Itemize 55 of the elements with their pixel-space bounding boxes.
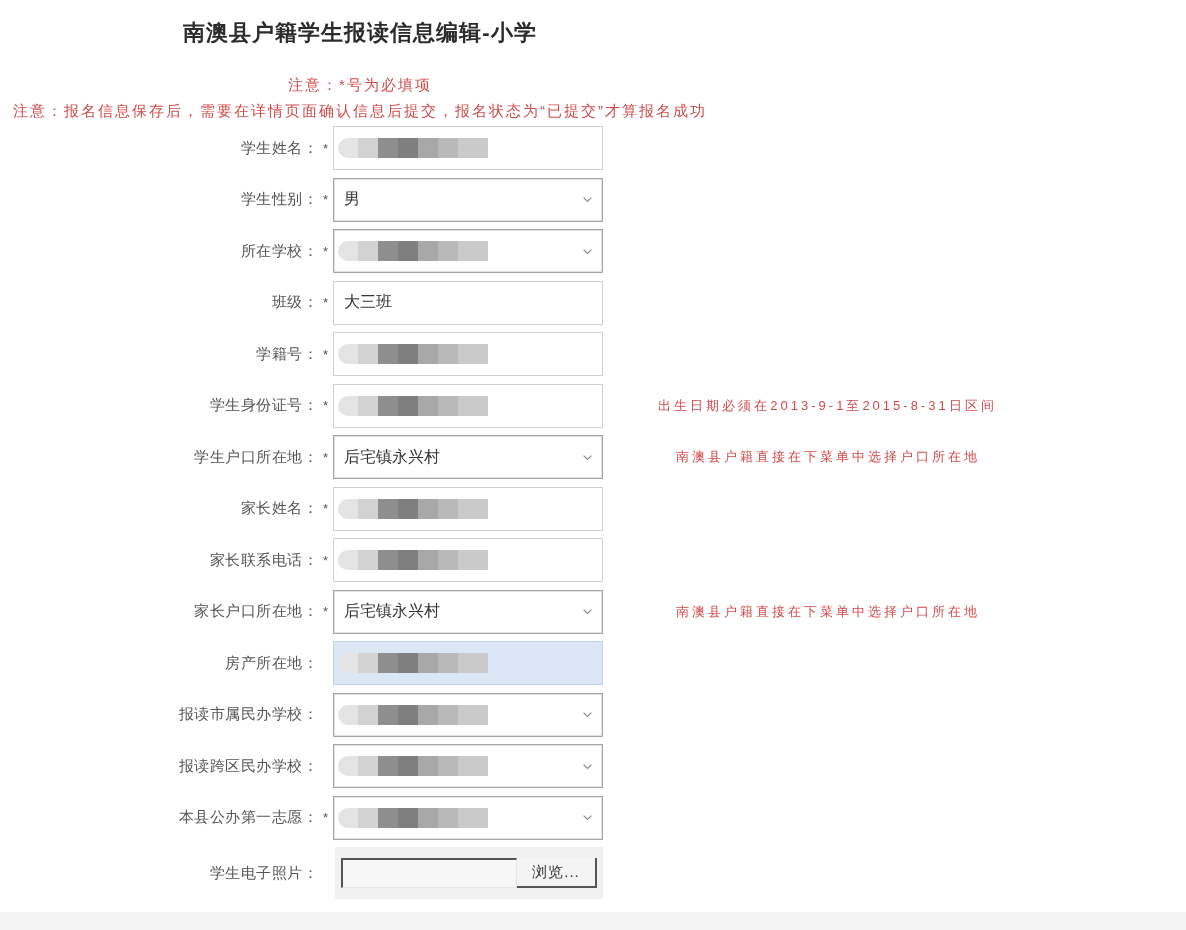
notice-text: 注意：*号为必填项	[288, 75, 432, 95]
chevron-down-icon	[583, 248, 592, 254]
dropdown-field[interactable]: 男	[333, 177, 603, 222]
file-path-field[interactable]	[341, 858, 517, 888]
input-field[interactable]	[333, 332, 603, 376]
required-asterisk: *	[322, 605, 329, 618]
field-label: 报读跨区民办学校：	[178, 756, 318, 776]
hint-text: 出生日期必须在2013-9-1至2015-8-31日区间	[658, 396, 997, 415]
required-asterisk: *	[322, 347, 329, 361]
input-field[interactable]	[333, 538, 603, 582]
field-label: 学生户口所在地：	[194, 447, 318, 467]
chevron-down-icon	[583, 763, 592, 769]
required-asterisk: *	[322, 141, 329, 155]
field-label: 本县公办第一志愿：	[178, 808, 318, 827]
input-field[interactable]	[333, 126, 603, 170]
field-label: 家长姓名：	[240, 499, 318, 518]
notice-text: 注意：报名信息保存后，需要在详情页面确认信息后提交，报名状态为“已提交”才算报名成功	[13, 101, 707, 121]
dropdown-field[interactable]: 后宅镇永兴村	[333, 589, 603, 634]
field-label: 学生身份证号：	[209, 396, 318, 415]
browse-button[interactable]: 浏览...	[517, 858, 597, 888]
chevron-down-icon	[583, 815, 592, 820]
chevron-down-icon	[583, 197, 592, 202]
required-asterisk: *	[322, 244, 329, 258]
hint-text: 南澳县户籍直接在下菜单中选择户口所在地	[675, 448, 980, 466]
input-field[interactable]	[333, 383, 603, 428]
chevron-down-icon	[583, 454, 592, 460]
required-asterisk: *	[322, 296, 329, 309]
hint-text: 南澳县户籍直接在下菜单中选择户口所在地	[675, 602, 980, 621]
chevron-down-icon	[583, 712, 592, 717]
field-label: 房产所在地：	[225, 653, 318, 673]
dropdown-field[interactable]	[333, 744, 603, 788]
required-asterisk: *	[322, 553, 329, 567]
dropdown-field[interactable]: 后宅镇永兴村	[333, 435, 603, 479]
dropdown-field[interactable]	[333, 229, 603, 273]
page-title: 南澳县户籍学生报读信息编辑-小学	[183, 19, 537, 47]
field-label: 学籍号：	[256, 344, 318, 364]
dropdown-field[interactable]	[333, 692, 603, 737]
field-label: 家长户口所在地：	[194, 602, 318, 621]
input-field[interactable]	[333, 641, 603, 685]
input-field[interactable]: 大三班	[333, 280, 603, 325]
required-asterisk: *	[322, 502, 329, 515]
field-label: 家长联系电话：	[209, 550, 318, 570]
field-label: 报读市属民办学校：	[178, 705, 318, 724]
required-asterisk: *	[322, 193, 329, 206]
dropdown-field[interactable]	[333, 795, 603, 840]
field-label: 学生性别：	[240, 190, 318, 209]
field-label: 班级：	[271, 293, 318, 312]
field-label: 学生电子照片：	[209, 863, 318, 883]
required-asterisk: *	[322, 399, 329, 412]
input-field[interactable]	[333, 486, 603, 531]
required-asterisk: *	[322, 811, 329, 824]
field-label: 学生姓名：	[240, 138, 318, 158]
field-label: 所在学校：	[240, 241, 318, 261]
required-asterisk: *	[322, 450, 329, 464]
chevron-down-icon	[583, 609, 592, 614]
